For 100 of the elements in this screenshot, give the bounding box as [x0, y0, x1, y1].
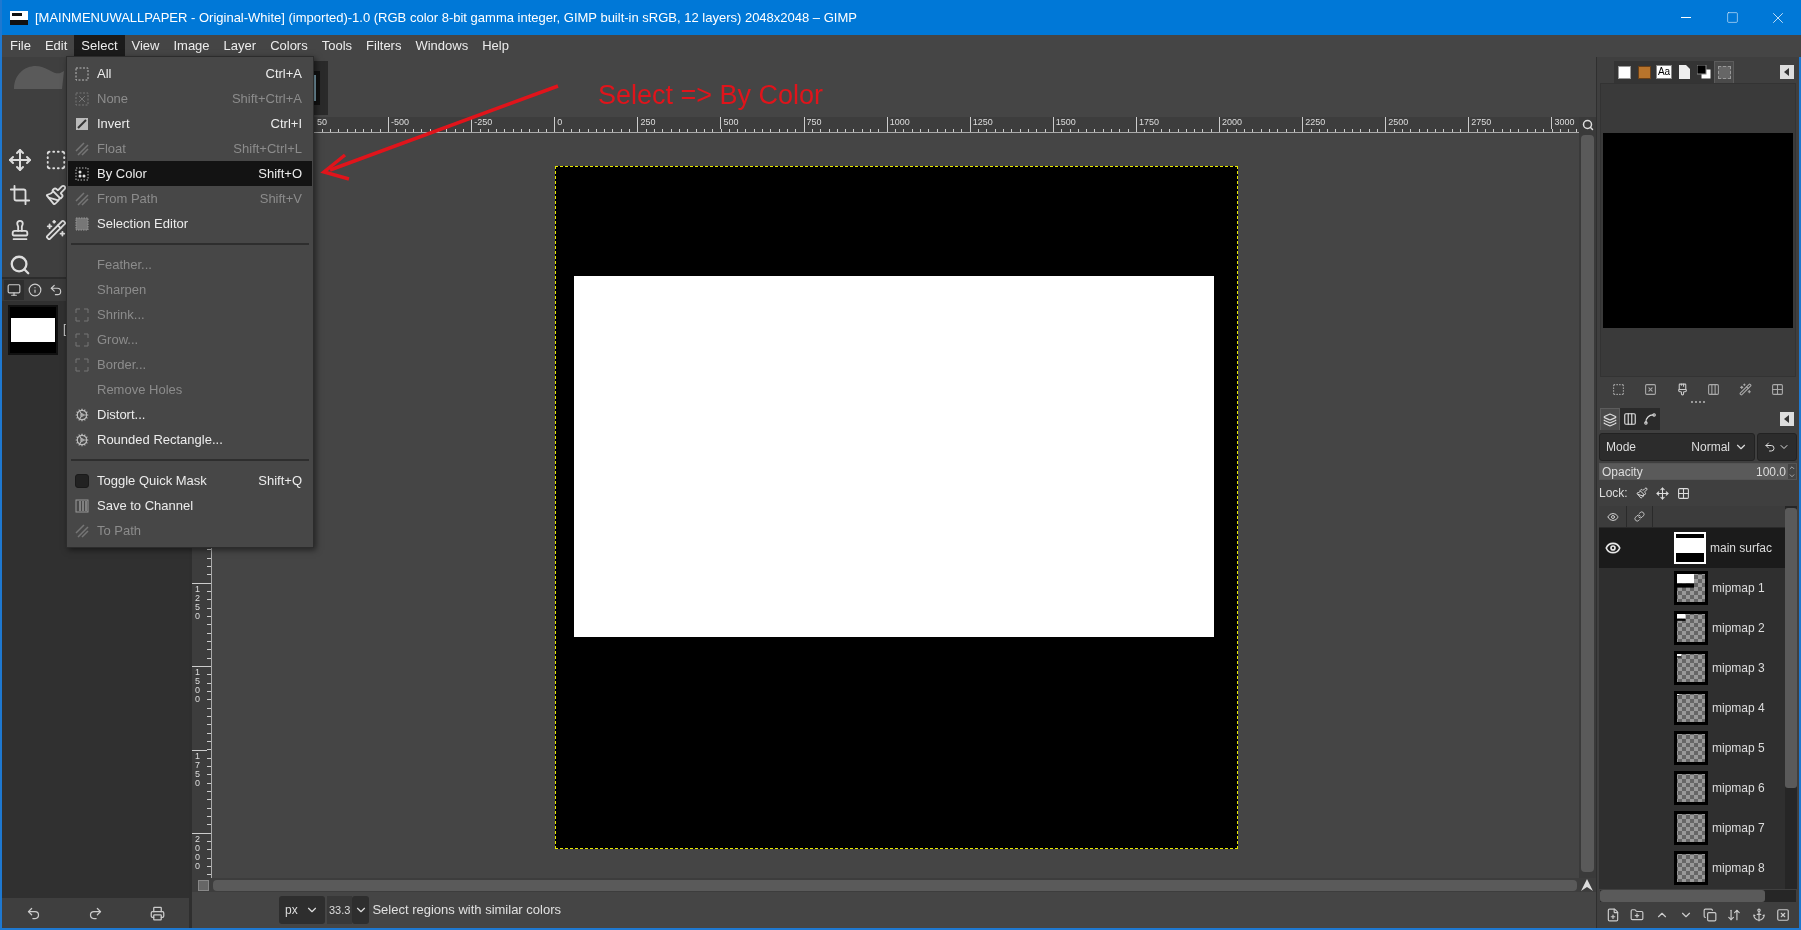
invert-square-icon [75, 116, 89, 131]
ruler-label: 1750 [1137, 117, 1160, 127]
horizontal-scrollbar[interactable] [213, 879, 1577, 891]
opacity-slider[interactable]: Opacity 100.0 [1599, 463, 1797, 480]
anchor-icon[interactable] [1751, 908, 1766, 922]
layer-row[interactable]: mipmap 6 [1599, 768, 1785, 808]
layer-row[interactable]: mipmap 7 [1599, 808, 1785, 848]
delete-icon[interactable] [1775, 908, 1790, 922]
selection-square-icon [75, 216, 89, 231]
ruler-label: 2000 [195, 833, 201, 871]
merge-icon[interactable] [1727, 908, 1742, 922]
ruler-label: 750 [805, 117, 823, 127]
paths-tab[interactable] [1640, 408, 1660, 430]
zoom-field[interactable]: 33.3 [327, 896, 353, 924]
zoom-icon[interactable] [1579, 117, 1596, 133]
menu-bar-item[interactable]: Layer [216, 35, 264, 57]
menu-bar-item[interactable]: File [3, 35, 38, 57]
menu-bar-item[interactable]: Colors [263, 35, 315, 57]
dock-tab[interactable] [1674, 61, 1694, 83]
ruler-label: 250 [639, 117, 657, 127]
layer-row[interactable]: main surfac [1599, 528, 1785, 568]
spin-icon[interactable] [1788, 464, 1796, 479]
quick-mask-toggle[interactable] [198, 879, 209, 891]
dashed-square-icon[interactable] [1612, 382, 1626, 396]
lock-label: Lock: [1599, 485, 1628, 502]
colors-icon [1697, 65, 1711, 79]
ruler-label: -500 [390, 117, 411, 127]
columns-icon[interactable] [1707, 382, 1721, 396]
new-group-icon[interactable] [1630, 908, 1645, 922]
vertical-scrollbar[interactable] [1579, 133, 1596, 878]
channels-tab[interactable] [1620, 408, 1640, 430]
menu-bar-item[interactable]: View [124, 35, 167, 57]
redo-button[interactable] [88, 905, 103, 921]
menu-item[interactable]: Save to Channel [68, 493, 312, 518]
corners-icon [75, 357, 89, 372]
layers-tab[interactable] [1600, 408, 1620, 430]
duplicate-icon[interactable] [1703, 908, 1718, 922]
menu-item[interactable]: Invert Ctrl+I [68, 111, 312, 136]
corners-icon [75, 307, 89, 322]
brush-icon[interactable] [1675, 382, 1689, 396]
layer-thumbnail [1674, 811, 1708, 845]
layers-icon [1603, 412, 1617, 427]
menu-item[interactable]: Rounded Rectangle... [68, 427, 312, 452]
menu-bar-item[interactable]: Windows [408, 35, 476, 57]
list-hscrollbar[interactable] [1600, 890, 1796, 902]
mode-dropdown[interactable]: Mode Normal [1599, 433, 1755, 461]
move-lock-icon[interactable] [1655, 486, 1669, 500]
menu-item[interactable]: By Color Shift+O [68, 161, 312, 186]
grid-icon[interactable] [1770, 382, 1784, 396]
menu-bar-item[interactable]: Tools [314, 35, 360, 57]
ruler-label: 1000 [888, 117, 911, 127]
menu-bar-item[interactable]: Filters [359, 35, 409, 57]
menu-bar-item[interactable]: Help [475, 35, 516, 57]
layer-thumbnail [1674, 532, 1706, 564]
dock-tab[interactable]: Aa [1654, 61, 1674, 83]
eye-icon[interactable] [1605, 540, 1621, 556]
ruler-label: 3000 [1553, 117, 1576, 127]
unit-dropdown[interactable]: px [279, 896, 325, 924]
dashed-square-icon [75, 66, 89, 81]
layer-row[interactable]: mipmap 3 [1599, 648, 1785, 688]
collapse-icon[interactable] [1780, 65, 1794, 79]
layer-row[interactable]: mipmap 2 [1599, 608, 1785, 648]
list-scrollbar[interactable] [1785, 506, 1797, 889]
print-button[interactable] [150, 905, 166, 921]
menu-item[interactable]: Toggle Quick Mask Shift+Q [68, 468, 312, 493]
cross-square-icon[interactable] [1644, 382, 1657, 396]
menu-item[interactable]: Distort... [68, 402, 312, 427]
menu-bar-item[interactable]: Edit [37, 35, 75, 57]
dock-tab[interactable] [1614, 61, 1634, 83]
brush-lock-icon[interactable] [1635, 487, 1648, 499]
image-thumbnail[interactable] [8, 305, 58, 355]
dock-tab[interactable] [1694, 61, 1714, 83]
ruler-label: 1750 [195, 750, 201, 788]
alpha-lock-icon[interactable] [1676, 486, 1690, 500]
ruler-label: 1500 [1054, 117, 1077, 127]
opacity-label: Opacity [1602, 463, 1643, 481]
wand-icon[interactable] [1738, 382, 1752, 396]
monitor-tab-icon[interactable] [4, 280, 24, 300]
hatched-icon [75, 191, 89, 206]
menu-item[interactable]: All Ctrl+A [68, 61, 312, 86]
layer-name: mipmap 8 [1712, 860, 1765, 877]
undo-button[interactable] [25, 905, 41, 921]
zoom-dropdown-button[interactable] [352, 896, 370, 924]
composite-dropdown[interactable] [1757, 433, 1797, 461]
layer-row[interactable]: mipmap 8 [1599, 848, 1785, 888]
collapse-icon[interactable] [1780, 412, 1794, 426]
ruler-label: 2500 [1387, 117, 1410, 127]
layer-row[interactable]: mipmap 1 [1599, 568, 1785, 608]
menu-bar-item[interactable]: Select [74, 35, 125, 57]
undo-arrow-icon [1764, 441, 1776, 453]
new-layer-icon[interactable] [1606, 908, 1621, 922]
layer-thumbnail [1674, 571, 1708, 605]
layer-row[interactable]: mipmap 4 [1599, 688, 1785, 728]
layer-thumbnail [1674, 731, 1708, 765]
menu-bar-item[interactable]: Image [166, 35, 217, 57]
menu-item[interactable]: Selection Editor [68, 211, 312, 236]
layer-row[interactable]: mipmap 5 [1599, 728, 1785, 768]
layer-name: mipmap 5 [1712, 740, 1765, 757]
minimize-icon [1681, 17, 1691, 18]
status-message: Select regions with similar colors [372, 901, 561, 920]
